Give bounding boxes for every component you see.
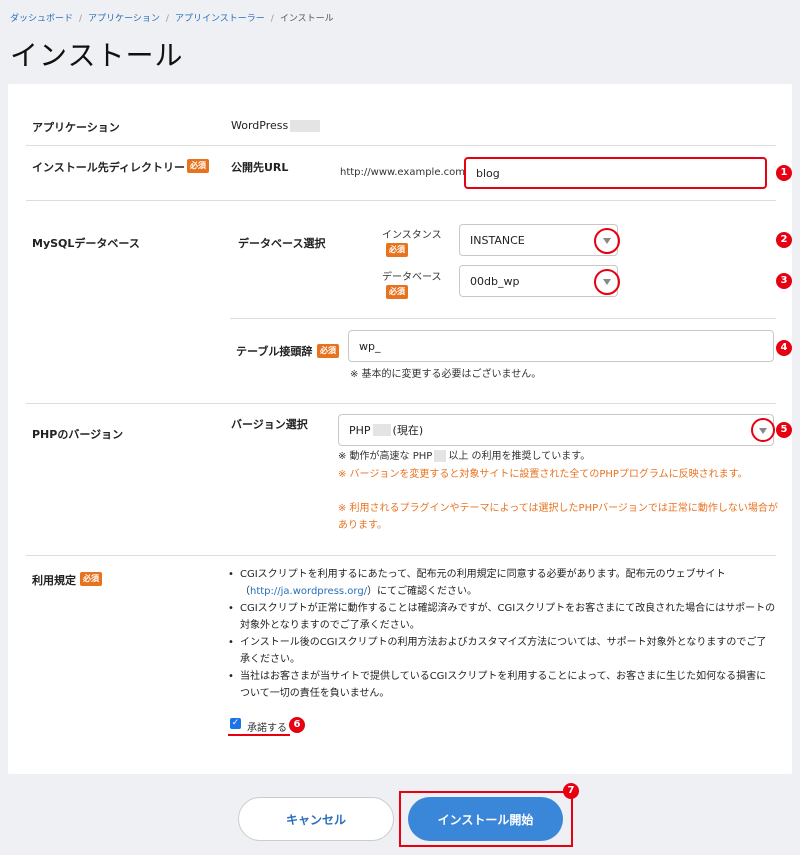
divider — [26, 555, 776, 556]
redacted-version — [372, 424, 391, 436]
php-version-select-label: バージョン選択 — [231, 418, 308, 431]
terms-label: 利用規定 — [32, 574, 76, 587]
php-version-select[interactable]: PHP (現在) — [338, 414, 774, 446]
install-dir-input[interactable]: blog — [464, 157, 767, 189]
chevron-down-icon[interactable] — [759, 428, 767, 434]
public-url-label: 公開先URL — [231, 161, 289, 174]
php-recommend-note: ※ 動作が高速な PHP 以上 の利用を推奨しています。 — [338, 450, 591, 462]
divider — [26, 145, 776, 146]
terms-item: CGIスクリプトが正常に動作することは確認済みですが、CGIスクリプトをお客さま… — [226, 600, 776, 634]
marker-2: 2 — [776, 232, 792, 248]
breadcrumb-app-installer[interactable]: アプリインストーラー — [175, 14, 265, 24]
cancel-button[interactable]: キャンセル — [238, 797, 394, 841]
marker-3: 3 — [776, 273, 792, 289]
terms-item: インストール後のCGIスクリプトの利用方法およびカスタマイズ方法については、サポ… — [226, 634, 776, 668]
php-label: PHPのバージョン — [32, 428, 124, 441]
required-badge: 必須 — [80, 572, 102, 586]
page-title: インストール — [10, 39, 184, 72]
agree-checkbox[interactable]: ✓ — [230, 718, 241, 729]
url-prefix: http://www.example.com/ — [340, 167, 469, 178]
breadcrumb-applications[interactable]: アプリケーション — [88, 14, 160, 24]
redacted-version — [290, 120, 321, 132]
breadcrumb-current: インストール — [279, 14, 334, 24]
required-badge: 必須 — [386, 285, 408, 299]
required-badge: 必須 — [317, 344, 339, 358]
table-prefix-input[interactable]: wp_ — [348, 330, 774, 362]
chevron-down-icon[interactable] — [603, 279, 611, 285]
agree-label[interactable]: 承諾する — [247, 719, 287, 734]
marker-7: 7 — [563, 783, 579, 799]
wordpress-link[interactable]: http://ja.wordpress.org/ — [250, 586, 367, 597]
divider — [26, 403, 776, 404]
divider — [26, 200, 776, 201]
php-warning-2: ※ 利用されるプラグインやテーマによっては選択したPHPバージョンでは正常に動作… — [338, 503, 778, 531]
instance-label: インスタンス — [382, 230, 442, 241]
redacted-version — [434, 450, 447, 462]
application-value: WordPress — [231, 119, 321, 132]
breadcrumb-dashboard[interactable]: ダッシュボード — [10, 14, 73, 24]
marker-4: 4 — [776, 340, 792, 356]
table-prefix-note: ※ 基本的に変更する必要はございません。 — [350, 369, 542, 380]
application-label: アプリケーション — [32, 121, 120, 134]
breadcrumb: ダッシュボード / アプリケーション / アプリインストーラー / インストール — [10, 14, 334, 24]
terms-list: CGIスクリプトを利用するにあたって、配布元の利用規定に同意する必要があります。… — [226, 566, 776, 702]
marker-1: 1 — [776, 165, 792, 181]
required-badge: 必須 — [187, 159, 209, 173]
terms-item: CGIスクリプトを利用するにあたって、配布元の利用規定に同意する必要があります。… — [226, 566, 776, 600]
php-warning-1: ※ バージョンを変更すると対象サイトに設置された全てのPHPプログラムに反映され… — [338, 469, 748, 480]
database-label: データベース — [382, 272, 442, 283]
highlight-underline — [228, 734, 290, 736]
db-select-label: データベース選択 — [238, 237, 326, 250]
install-dir-label: インストール先ディレクトリー — [32, 161, 186, 174]
mysql-label: MySQLデータベース — [32, 237, 140, 250]
marker-5: 5 — [776, 422, 792, 438]
terms-item: 当社はお客さまが当サイトで提供しているCGIスクリプトを利用することによって、お… — [226, 668, 776, 702]
marker-6: 6 — [289, 717, 305, 733]
chevron-down-icon[interactable] — [603, 238, 611, 244]
install-start-button[interactable]: インストール開始 — [408, 797, 563, 841]
required-badge: 必須 — [386, 243, 408, 257]
table-prefix-label: テーブル接頭辞 — [236, 345, 313, 358]
divider — [230, 318, 776, 319]
